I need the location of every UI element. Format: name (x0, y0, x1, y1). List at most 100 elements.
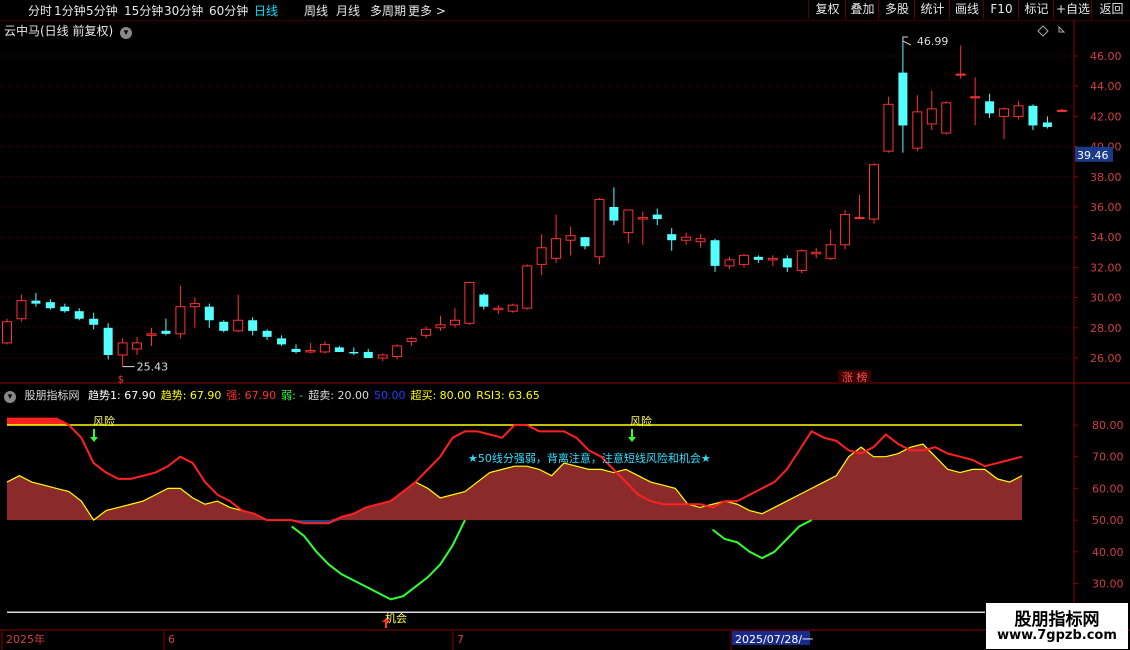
candle-body-up (941, 102, 952, 134)
candle-body-down (580, 237, 590, 247)
candle-body-up (970, 96, 981, 99)
candle-body-down (31, 300, 41, 304)
candle-body-up (883, 103, 894, 152)
indicator-tick-label: 60.00 (1092, 482, 1124, 495)
candle-body-up (825, 244, 836, 259)
candle-body-down (652, 214, 662, 220)
candle-body-down (782, 258, 792, 268)
date-label: 6 (168, 633, 175, 646)
weak-line (291, 519, 813, 601)
candle-body-up (189, 303, 200, 308)
candle-body-up (869, 164, 879, 220)
indicator-note: ★50线分强弱，背离注意，注意短线风险和机会★ (468, 451, 711, 465)
candle-body-up (811, 251, 822, 255)
candle-body-up (319, 343, 330, 353)
risk-label-2: 风险 (630, 414, 652, 428)
candle-body-up (840, 214, 851, 246)
indicator-tick-label: 80.00 (1092, 419, 1124, 432)
candle-body-up (493, 307, 504, 311)
candle-body-down (349, 351, 359, 354)
zhangting-label: 涨 榜 (842, 370, 868, 384)
high-label: 46.99 (917, 35, 949, 48)
candle-body-up (637, 217, 648, 220)
candle-body-down (1042, 122, 1052, 127)
candle-body-down (262, 330, 272, 337)
candle-body-down (753, 256, 763, 260)
candle-body-up (233, 319, 244, 332)
risk-label-1: 风险 (93, 414, 115, 428)
candle-body-up (536, 247, 547, 265)
candle-body-down (898, 72, 908, 126)
candle-body-down (609, 207, 619, 221)
candle-body-down (45, 302, 55, 309)
candle-body-down (479, 294, 489, 307)
candle-body-down (710, 240, 720, 266)
triangle-icon (1058, 25, 1066, 33)
indicator-tick-label: 70.00 (1092, 451, 1124, 464)
candle-body-up (305, 349, 316, 353)
candle-body-up (695, 238, 706, 243)
candle-body-up (146, 333, 157, 336)
candle-body-up (1013, 105, 1024, 117)
candle-body-up (565, 235, 576, 241)
price-tick-label: 32.00 (1090, 261, 1122, 274)
candle-body-up (724, 259, 735, 267)
diamond-icon (1037, 25, 1049, 37)
s-marker: $ (118, 375, 124, 386)
current-price-label: 39.46 (1077, 149, 1109, 162)
date-label: 2025/07/28/一 (735, 633, 813, 646)
candle-body-up (738, 254, 749, 265)
candle-body-up (449, 319, 460, 326)
candle-body-down (89, 318, 99, 325)
candle-body-down (74, 311, 84, 319)
candle-body-up (406, 337, 417, 342)
price-tick-label: 30.00 (1090, 292, 1122, 305)
candle-body-down (219, 321, 229, 331)
candle-body-up (522, 265, 533, 309)
candle-body-up (132, 342, 143, 350)
candle-body-up (421, 328, 432, 336)
candle-body-down (667, 234, 677, 241)
candle-body-up (435, 324, 446, 329)
candle-body-up (464, 282, 475, 324)
candle-body-up (681, 236, 692, 241)
chart-canvas: 46.00 44.00 42.00 40.00 38.00 36.00 34.00 32.00… (0, 20, 1130, 650)
candle-body-up (117, 342, 128, 356)
high-marker (902, 36, 912, 46)
candle-body-down (363, 351, 373, 358)
indicator-tick-label: 30.00 (1092, 578, 1124, 591)
candle-body-down (277, 338, 287, 345)
price-tick-label: 46.00 (1090, 50, 1122, 63)
low-label: 25.43 (137, 361, 169, 374)
watermark: 股朋指标网 www.7gpzb.com (986, 603, 1128, 649)
date-label: 2025年 (6, 632, 45, 646)
candle-body-down (161, 330, 171, 334)
candle-body-down (248, 320, 258, 331)
candle-body-up (594, 198, 605, 258)
candle-body-up (926, 108, 937, 125)
candle-body-up (551, 238, 562, 259)
date-label: 7 (457, 633, 464, 646)
down-arrow-icon (628, 429, 636, 442)
candle-body-up (16, 300, 27, 320)
candle-body-down (204, 306, 214, 321)
candle-body-up (507, 304, 518, 312)
price-tick-label: 42.00 (1090, 110, 1122, 123)
candle-body-up (796, 250, 807, 271)
candle-body-down (985, 101, 995, 114)
indicator-tick-label: 50.00 (1092, 514, 1124, 527)
candle-body-up (912, 111, 923, 149)
candle-body-up (767, 257, 778, 261)
candle-body-down (103, 327, 113, 355)
candle-body-up (377, 354, 388, 359)
price-tick-label: 38.00 (1090, 171, 1122, 184)
candle-body-up (175, 306, 186, 335)
candle-body-up (955, 73, 966, 76)
candle-body-up (999, 108, 1010, 117)
candle-body-up (392, 345, 403, 357)
price-tick-label: 28.00 (1090, 322, 1122, 335)
price-tick-label: 34.00 (1090, 231, 1122, 244)
candle-body-up (1056, 109, 1067, 112)
down-arrow-icon (90, 429, 98, 442)
candle-body-down (334, 347, 344, 352)
